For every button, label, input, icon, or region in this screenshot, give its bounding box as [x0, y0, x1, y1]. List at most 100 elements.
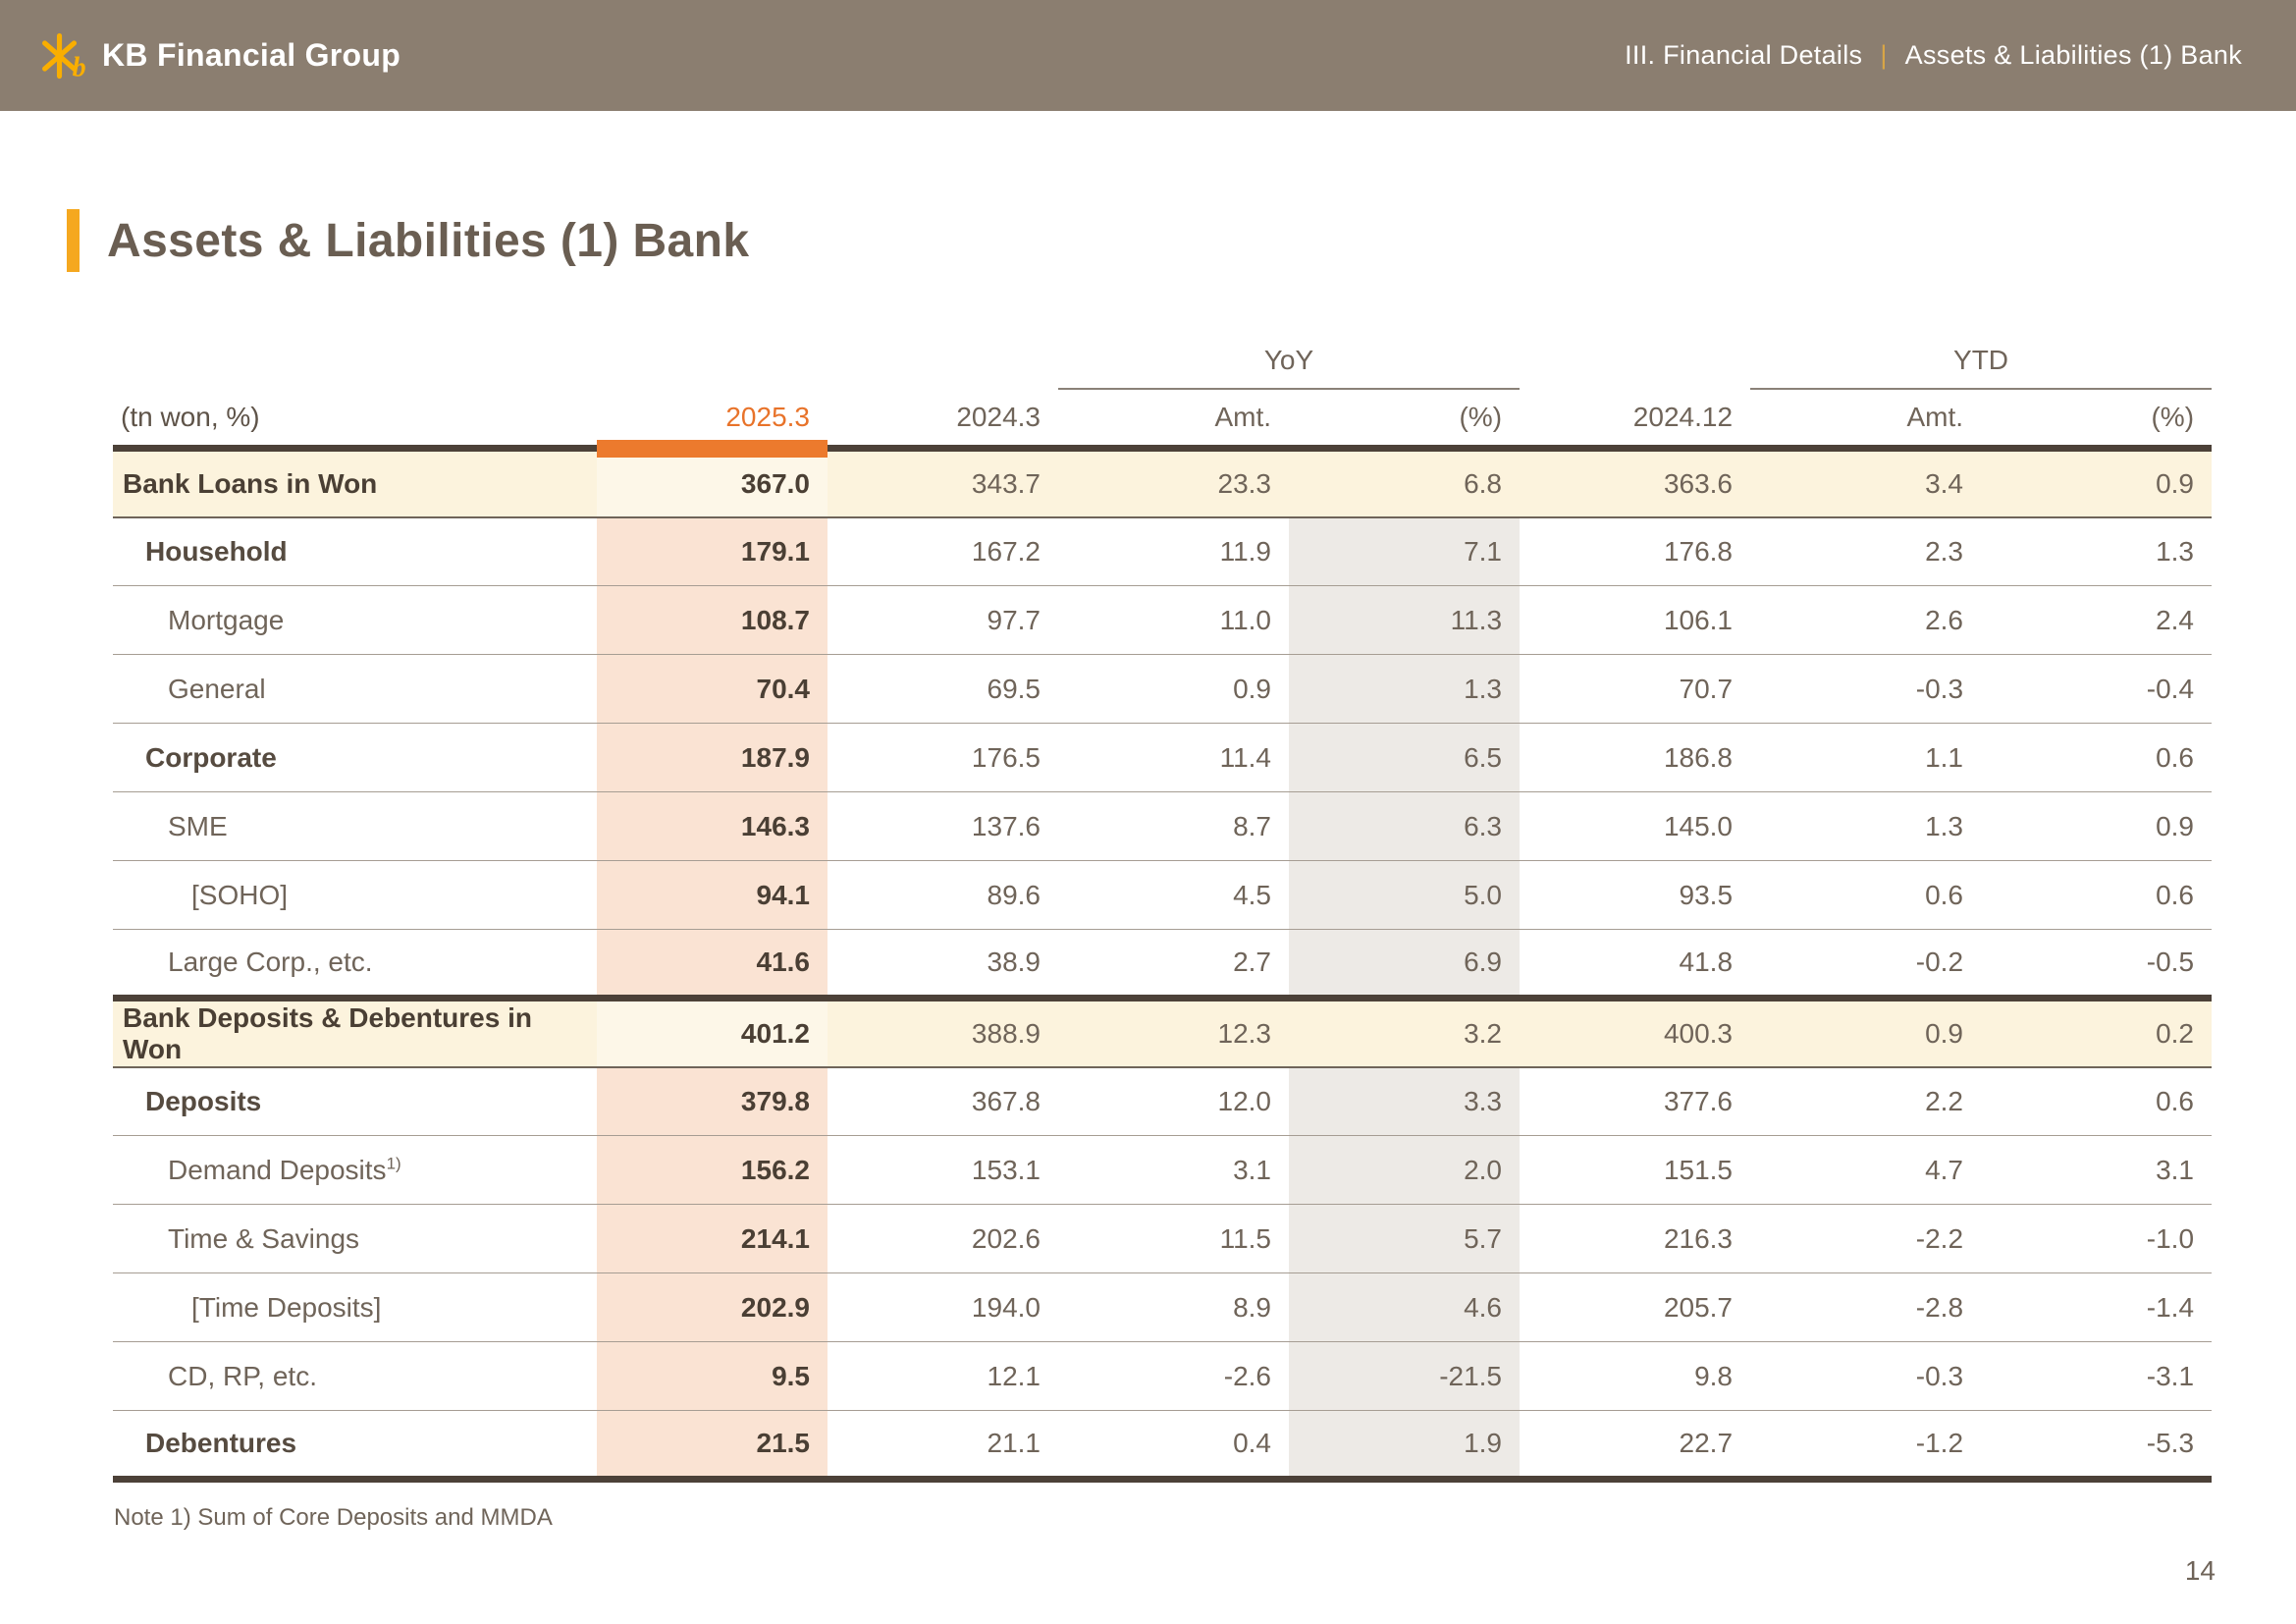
column-header-2024-12: 2024.12 [1632, 401, 1734, 432]
value-cell: 176.5 [971, 741, 1041, 773]
value-cell: -0.3 [1915, 1360, 1964, 1391]
row-label: Large Corp., etc. [113, 930, 597, 999]
value-cell: 0.6 [1925, 879, 1964, 910]
value-cell: -21.5 [1289, 1341, 1521, 1411]
value-cell: 186.8 [1663, 741, 1734, 773]
value-cell: -0.3 [1915, 673, 1964, 704]
value-cell: -0.4 [2146, 673, 2195, 704]
table-row: Time & Savings 214.1 202.6 11.5 5.7 216.3 -2.2… [113, 1204, 2213, 1273]
assets-liabilities-table: YoY YTD (tn won, %) 2025.3 2024.3 Amt. (… [113, 317, 2213, 1483]
column-header-2025-3: 2025.3 [597, 389, 828, 458]
column-header-2024-3: 2024.3 [956, 401, 1041, 432]
value-cell: 5.0 [1289, 860, 1521, 930]
value-cell: 146.3 [597, 791, 828, 861]
value-cell: 187.9 [597, 723, 828, 792]
value-cell: 0.9 [1233, 673, 1271, 704]
value-cell: 6.3 [1289, 791, 1521, 861]
footnote: Note 1) Sum of Core Deposits and MMDA [114, 1504, 553, 1531]
row-label-text: SME [168, 810, 228, 841]
value-cell: 388.9 [971, 1017, 1041, 1049]
value-cell: 7.1 [1289, 516, 1521, 586]
value-cell: 0.9 [2156, 467, 2195, 499]
value-cell: 0.9 [1925, 1017, 1964, 1049]
title-accent-bar [67, 209, 80, 272]
value-cell: 3.4 [1925, 467, 1964, 499]
row-label: Mortgage [113, 586, 597, 655]
table-row: [SOHO] 94.1 89.6 4.5 5.0 93.5 0.6 0.6 [113, 860, 2213, 930]
value-cell: -2.2 [1915, 1222, 1964, 1254]
value-cell: 3.2 [1464, 1017, 1503, 1049]
value-cell: 6.8 [1464, 467, 1503, 499]
group-header-ytd: YTD [1750, 317, 2213, 390]
column-header-ytd-pct: (%) [2151, 402, 2195, 432]
value-cell: 2.3 [1925, 535, 1964, 567]
table-row: CD, RP, etc. 9.5 12.1 -2.6 -21.5 9.8 -0.3 -3.1 [113, 1341, 2213, 1411]
spacer-cell [1520, 317, 1750, 389]
row-label-text: Household [145, 535, 288, 567]
top-bar: b KB Financial Group III. Financial Deta… [0, 0, 2296, 111]
value-cell: 6.9 [1289, 929, 1521, 999]
value-cell: 151.5 [1663, 1154, 1734, 1185]
value-cell: 1.3 [1925, 810, 1964, 841]
value-cell: 3.3 [1289, 1066, 1521, 1136]
value-cell: 3.1 [2156, 1154, 2195, 1185]
breadcrumb-section: III. Financial Details [1625, 40, 1863, 70]
value-cell: 4.5 [1233, 879, 1271, 910]
table-group-header-row: YoY YTD [113, 317, 2213, 390]
brand-name: KB Financial Group [102, 37, 401, 73]
value-cell: 106.1 [1663, 604, 1734, 635]
brand: b KB Financial Group [39, 29, 400, 82]
value-cell: 179.1 [597, 516, 828, 586]
value-cell: 12.0 [1217, 1085, 1272, 1116]
table-row: Demand Deposits1) 156.2 153.1 3.1 2.0 151.5 4.… [113, 1135, 2213, 1205]
value-cell: 343.7 [971, 467, 1041, 499]
row-label-text: Deposits [145, 1085, 262, 1116]
footnote-marker: 1) [386, 1154, 401, 1173]
row-label: Household [113, 517, 597, 586]
table-row: Mortgage 108.7 97.7 11.0 11.3 106.1 2.6 2.4 [113, 585, 2213, 655]
value-cell: 108.7 [597, 585, 828, 655]
row-label: Bank Loans in Won [113, 449, 597, 517]
value-cell: 145.0 [1663, 810, 1734, 841]
value-cell: -3.1 [2146, 1360, 2195, 1391]
row-label: [Time Deposits] [113, 1273, 597, 1342]
row-label: Bank Deposits & Debentures in Won [113, 999, 597, 1067]
value-cell: 94.1 [597, 860, 828, 930]
value-cell: 1.9 [1289, 1410, 1521, 1480]
value-cell: 1.3 [2156, 535, 2195, 567]
row-label: Time & Savings [113, 1205, 597, 1273]
column-header-yoy-amt: Amt. [1214, 402, 1271, 432]
value-cell: 12.1 [987, 1360, 1041, 1391]
value-cell: 214.1 [597, 1204, 828, 1273]
table-body: Bank Loans in Won 367.0 343.7 23.3 6.8 363.6 3… [113, 448, 2213, 1480]
kb-star-logo-icon: b [39, 29, 94, 82]
value-cell: 137.6 [971, 810, 1041, 841]
value-cell: 367.0 [597, 448, 828, 517]
value-cell: 0.6 [2156, 879, 2195, 910]
row-label-text: General [168, 673, 266, 704]
page-title-text: Assets & Liabilities (1) Bank [107, 214, 750, 267]
table-row: SME 146.3 137.6 8.7 6.3 145.0 1.3 0.9 [113, 791, 2213, 861]
value-cell: 12.3 [1217, 1017, 1272, 1049]
value-cell: 9.5 [597, 1341, 828, 1411]
value-cell: 0.2 [2156, 1017, 2195, 1049]
value-cell: 153.1 [971, 1154, 1041, 1185]
value-cell: 8.7 [1233, 810, 1271, 841]
value-cell: 41.6 [597, 929, 828, 999]
row-label: Deposits [113, 1067, 597, 1136]
page-number: 14 [2184, 1555, 2216, 1586]
row-label: Corporate [113, 724, 597, 792]
column-header-ytd-amt: Amt. [1906, 402, 1964, 432]
value-cell: -1.4 [2146, 1291, 2195, 1323]
row-label: CD, RP, etc. [113, 1342, 597, 1411]
table-row: Household 179.1 167.2 11.9 7.1 176.8 2.3 1.3 [113, 516, 2213, 586]
value-cell: 93.5 [1679, 879, 1734, 910]
value-cell: 205.7 [1663, 1291, 1734, 1323]
value-cell: 41.8 [1679, 947, 1734, 977]
value-cell: 363.6 [1663, 467, 1734, 499]
table-row: General 70.4 69.5 0.9 1.3 70.7 -0.3 -0.4 [113, 654, 2213, 724]
value-cell: 11.0 [1219, 604, 1271, 635]
value-cell: -1.2 [1915, 1428, 1964, 1458]
value-cell: -1.0 [2146, 1222, 2195, 1254]
value-cell: 156.2 [597, 1135, 828, 1205]
